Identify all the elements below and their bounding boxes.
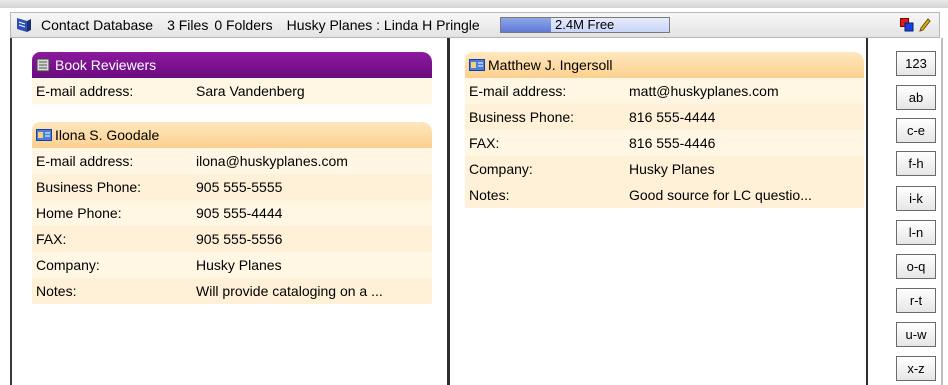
field-label: Company: <box>469 161 533 177</box>
field-row: FAX: 816 555-4446 <box>465 130 864 156</box>
database-name: Contact Database <box>41 17 154 33</box>
field-value: 816 555-4444 <box>629 109 716 125</box>
contact-card-icon <box>36 129 52 141</box>
field-value: 905 555-5555 <box>196 179 283 195</box>
field-label: Notes: <box>36 283 77 299</box>
alpha-tab-i-k[interactable]: i-k <box>896 186 936 211</box>
field-row: Home Phone: 905 555-4444 <box>32 200 432 226</box>
window-frame <box>0 0 948 8</box>
field-value: matt@huskyplanes.com <box>629 83 779 99</box>
field-label: E-mail address: <box>469 83 567 99</box>
card-title: Ilona S. Goodale <box>55 127 160 143</box>
field-value: Husky Planes <box>196 257 282 273</box>
field-value: Good source for LC questio... <box>629 187 812 203</box>
field-row: FAX: 905 555-5556 <box>32 226 432 252</box>
field-label: Notes: <box>469 187 510 203</box>
field-label: Home Phone: <box>36 205 122 221</box>
alpha-tab-r-t[interactable]: r-t <box>896 288 936 313</box>
field-value: Sara Vandenberg <box>196 83 305 99</box>
field-value: Will provide cataloging on a ... <box>196 283 383 299</box>
free-space-label: 2.4M Free <box>555 17 615 32</box>
column-divider[interactable] <box>447 38 450 385</box>
card-title: Book Reviewers <box>55 57 157 73</box>
card-body: E-mail address: ilona@huskyplanes.com Bu… <box>32 148 432 304</box>
alpha-tab-o-q[interactable]: o-q <box>896 254 936 279</box>
field-label: E-mail address: <box>36 83 134 99</box>
contact-card-matthew-ingersoll[interactable]: Matthew J. Ingersoll E-mail address: mat… <box>465 52 864 208</box>
field-row: Company: Husky Planes <box>465 156 864 182</box>
index-divider <box>866 38 868 385</box>
card-header[interactable]: Matthew J. Ingersoll <box>465 52 864 78</box>
field-label: Company: <box>36 257 100 273</box>
pane-left-border <box>10 38 12 385</box>
free-space-meter: 2.4M Free <box>499 17 670 33</box>
alpha-tab-123[interactable]: 123 <box>896 51 936 76</box>
field-value: Husky Planes <box>629 161 715 177</box>
field-label: E-mail address: <box>36 153 134 169</box>
alpha-tab-u-w[interactable]: u-w <box>896 322 936 347</box>
field-label: Business Phone: <box>469 109 575 125</box>
field-value: ilona@huskyplanes.com <box>196 153 348 169</box>
contact-card-ilona-goodale[interactable]: Ilona S. Goodale E-mail address: ilona@h… <box>32 122 432 304</box>
field-row: Business Phone: 816 555-4444 <box>465 104 864 130</box>
contact-card-icon <box>469 59 485 71</box>
title-bar: Contact Database 3 Files 0 Folders Husky… <box>10 12 940 38</box>
field-value: 816 555-4446 <box>629 135 716 151</box>
field-label: Business Phone: <box>36 179 142 195</box>
alpha-tab-l-n[interactable]: l-n <box>896 220 936 245</box>
owner-label: Husky Planes : Linda H Pringle <box>286 17 480 33</box>
card-title: Matthew J. Ingersoll <box>488 57 613 73</box>
folder-count: 0 Folders <box>214 17 273 33</box>
contact-database-window: Contact Database 3 Files 0 Folders Husky… <box>0 0 948 385</box>
field-row: E-mail address: ilona@huskyplanes.com <box>32 148 432 174</box>
field-row: Notes: Will provide cataloging on a ... <box>32 278 432 304</box>
alpha-tab-ab[interactable]: ab <box>896 85 936 110</box>
pencil-icon[interactable] <box>919 18 931 32</box>
card-header[interactable]: Book Reviewers <box>32 52 432 78</box>
alpha-tab-x-z[interactable]: x-z <box>896 356 936 381</box>
file-count: 3 Files <box>167 17 209 33</box>
field-row: Business Phone: 905 555-5555 <box>32 174 432 200</box>
card-body: E-mail address: matt@huskyplanes.com Bus… <box>465 78 864 208</box>
window-right-border <box>941 38 943 385</box>
field-row: E-mail address: Sara Vandenberg <box>32 78 432 104</box>
field-row: E-mail address: matt@huskyplanes.com <box>465 78 864 104</box>
field-value: 905 555-4444 <box>196 205 283 221</box>
field-value: 905 555-5556 <box>196 231 283 247</box>
card-header[interactable]: Ilona S. Goodale <box>32 122 432 148</box>
field-label: FAX: <box>36 231 67 247</box>
contact-database-icon[interactable] <box>15 16 33 34</box>
pages-icon[interactable] <box>900 18 914 32</box>
card-body: E-mail address: Sara Vandenberg <box>32 78 432 104</box>
alpha-tab-c-e[interactable]: c-e <box>896 118 936 143</box>
folder-card-book-reviewers[interactable]: Book Reviewers E-mail address: Sara Vand… <box>32 52 432 104</box>
folder-card-icon <box>36 58 50 72</box>
alpha-tab-f-h[interactable]: f-h <box>896 151 936 176</box>
field-row: Company: Husky Planes <box>32 252 432 278</box>
field-row: Notes: Good source for LC questio... <box>465 182 864 208</box>
field-label: FAX: <box>469 135 500 151</box>
